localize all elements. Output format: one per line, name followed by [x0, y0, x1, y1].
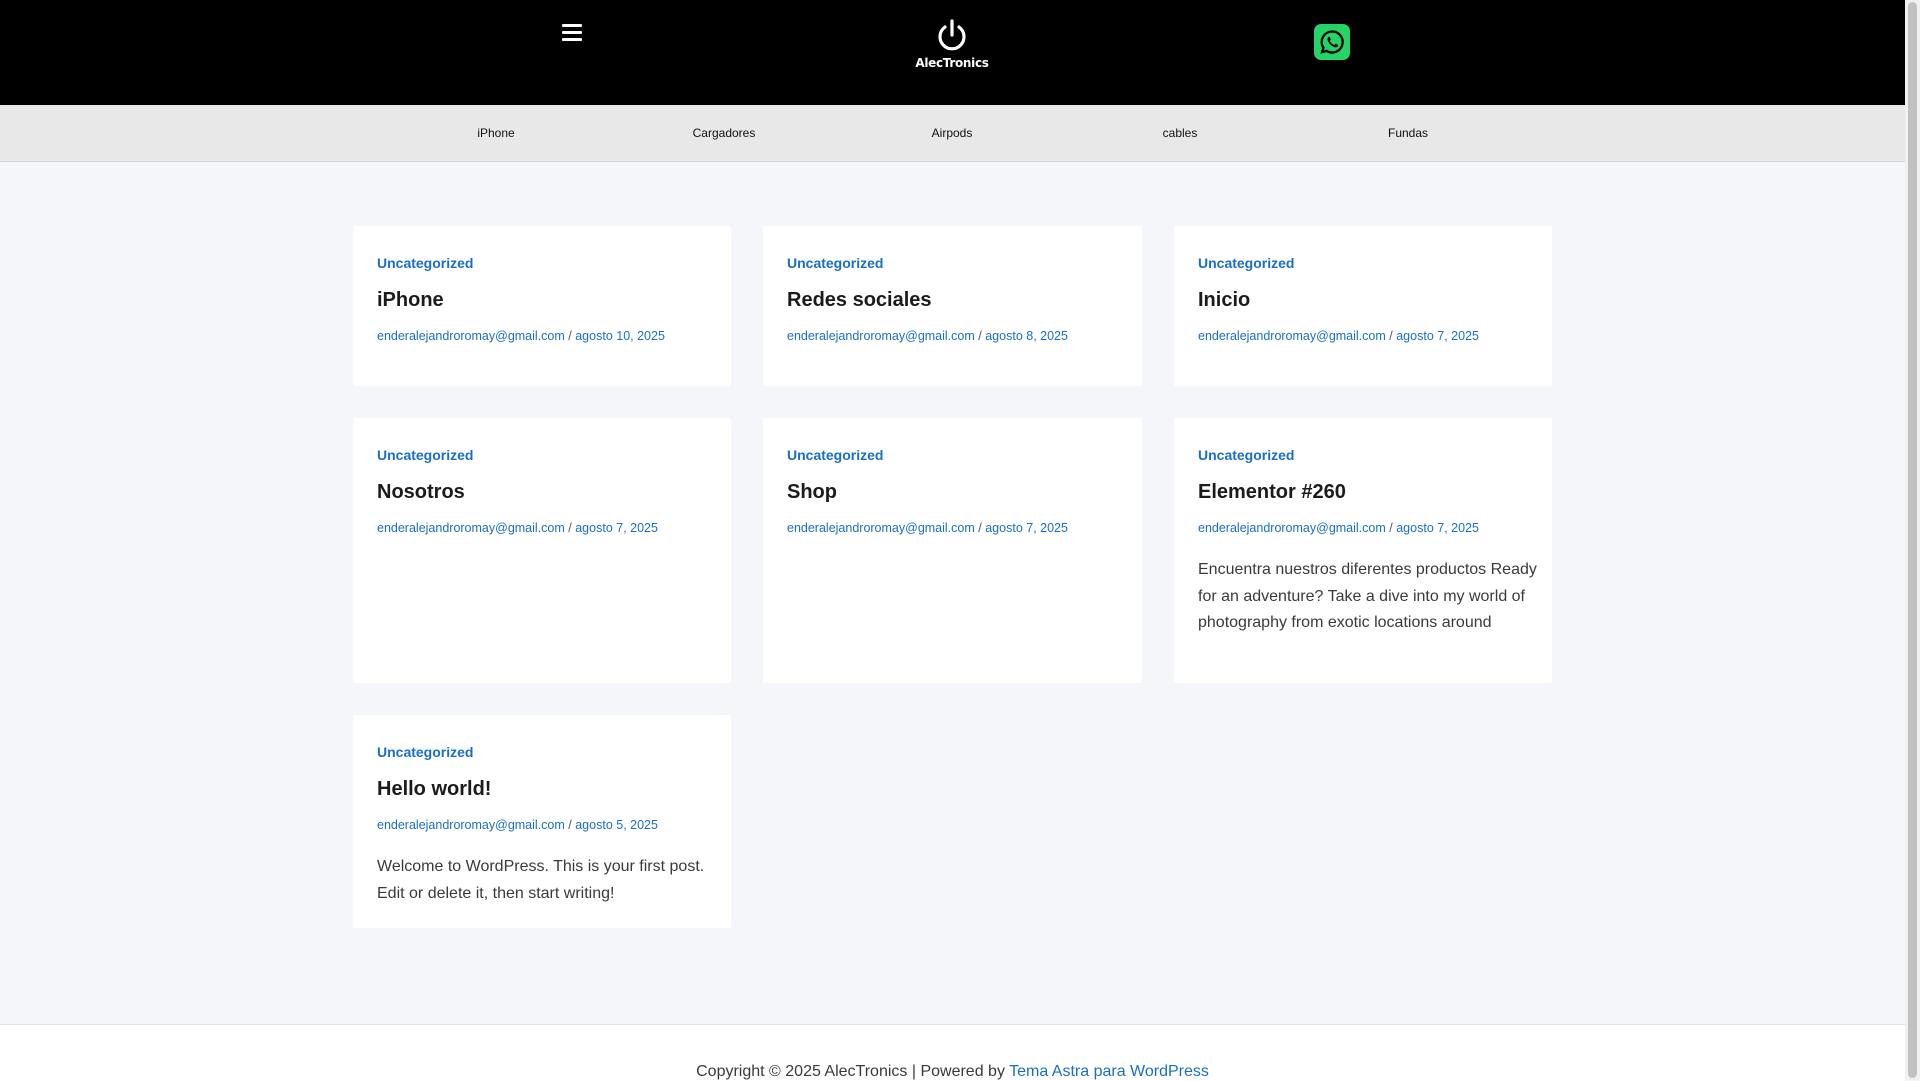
main-navigation: iPhone Cargadores Airpods cables Fundas [0, 105, 1905, 162]
scrollbar-thumb[interactable] [1908, 2, 1917, 1078]
meta-separator: / [568, 818, 572, 832]
post-author-link[interactable]: enderalejandroromay@gmail.com [787, 521, 975, 535]
post-title-link[interactable]: Nosotros [377, 481, 465, 504]
post-category-link[interactable]: Uncategorized [1198, 447, 1294, 463]
post-date: agosto 7, 2025 [1396, 521, 1479, 535]
post-card: Uncategorized Hello world! enderalejandr… [353, 715, 731, 928]
post-author-link[interactable]: enderalejandroromay@gmail.com [1198, 329, 1386, 343]
hamburger-menu-icon[interactable] [562, 24, 582, 42]
post-meta: enderalejandroromay@gmail.com / agosto 1… [377, 329, 665, 343]
post-card: Uncategorized Redes sociales enderalejan… [763, 226, 1142, 386]
meta-separator: / [568, 329, 572, 343]
post-date: agosto 8, 2025 [985, 329, 1068, 343]
post-author-link[interactable]: enderalejandroromay@gmail.com [377, 521, 565, 535]
post-date: agosto 7, 2025 [575, 521, 658, 535]
post-title-link[interactable]: Elementor #260 [1198, 481, 1346, 504]
meta-separator: / [978, 521, 982, 535]
footer-copyright: Copyright © 2025 AlecTronics | Powered b… [0, 1063, 1905, 1081]
meta-separator: / [1389, 329, 1393, 343]
copyright-text: Copyright © 2025 AlecTronics | Powered b… [696, 1063, 1010, 1080]
meta-separator: / [568, 521, 572, 535]
post-author-link[interactable]: enderalejandroromay@gmail.com [377, 329, 565, 343]
nav-item-fundas[interactable]: Fundas [1294, 105, 1522, 161]
post-date: agosto 7, 2025 [1396, 329, 1479, 343]
post-category-link[interactable]: Uncategorized [787, 255, 883, 271]
post-excerpt: Welcome to WordPress. This is your first… [377, 858, 705, 902]
power-icon [938, 19, 966, 51]
post-title-link[interactable]: iPhone [377, 289, 444, 312]
post-card: Uncategorized Elementor #260 enderalejan… [1174, 418, 1552, 683]
meta-separator: / [978, 329, 982, 343]
nav-item-cables[interactable]: cables [1066, 105, 1294, 161]
post-category-link[interactable]: Uncategorized [787, 447, 883, 463]
post-category-link[interactable]: Uncategorized [377, 447, 473, 463]
post-meta: enderalejandroromay@gmail.com / agosto 7… [1198, 329, 1479, 343]
post-author-link[interactable]: enderalejandroromay@gmail.com [787, 329, 975, 343]
post-category-link[interactable]: Uncategorized [377, 744, 473, 760]
logo-text: AlecTronics [915, 56, 989, 70]
post-meta: enderalejandroromay@gmail.com / agosto 5… [377, 818, 658, 832]
post-title-link[interactable]: Shop [787, 481, 837, 504]
post-card: Uncategorized Nosotros enderalejandrorom… [353, 418, 731, 683]
site-logo[interactable]: AlecTronics [912, 18, 992, 80]
meta-separator: / [1389, 521, 1393, 535]
site-footer: Copyright © 2025 AlecTronics | Powered b… [0, 1024, 1905, 1081]
page-scrollbar[interactable] [1905, 0, 1920, 1080]
post-author-link[interactable]: enderalejandroromay@gmail.com [1198, 521, 1386, 535]
post-meta: enderalejandroromay@gmail.com / agosto 7… [787, 521, 1068, 535]
post-card: Uncategorized Inicio enderalejandroromay… [1174, 226, 1552, 386]
post-date: agosto 7, 2025 [985, 521, 1068, 535]
post-meta: enderalejandroromay@gmail.com / agosto 7… [1198, 521, 1479, 535]
site-header: AlecTronics [0, 0, 1905, 105]
nav-item-cargadores[interactable]: Cargadores [610, 105, 838, 161]
post-title-link[interactable]: Inicio [1198, 289, 1250, 312]
theme-link[interactable]: Tema Astra para WordPress [1009, 1063, 1209, 1080]
post-category-link[interactable]: Uncategorized [1198, 255, 1294, 271]
post-date: agosto 5, 2025 [575, 818, 658, 832]
post-title-link[interactable]: Hello world! [377, 778, 491, 801]
nav-item-airpods[interactable]: Airpods [838, 105, 1066, 161]
post-card: Uncategorized iPhone enderalejandroromay… [353, 226, 731, 386]
post-date: agosto 10, 2025 [575, 329, 665, 343]
post-category-link[interactable]: Uncategorized [377, 255, 473, 271]
post-meta: enderalejandroromay@gmail.com / agosto 8… [787, 329, 1068, 343]
post-title-link[interactable]: Redes sociales [787, 289, 932, 312]
whatsapp-icon [1320, 30, 1344, 54]
post-card: Uncategorized Shop enderalejandroromay@g… [763, 418, 1142, 683]
post-excerpt: Encuentra nuestros diferentes productos … [1198, 561, 1537, 631]
post-meta: enderalejandroromay@gmail.com / agosto 7… [377, 521, 658, 535]
post-author-link[interactable]: enderalejandroromay@gmail.com [377, 818, 565, 832]
nav-item-iphone[interactable]: iPhone [382, 105, 610, 161]
whatsapp-button[interactable] [1314, 24, 1350, 60]
